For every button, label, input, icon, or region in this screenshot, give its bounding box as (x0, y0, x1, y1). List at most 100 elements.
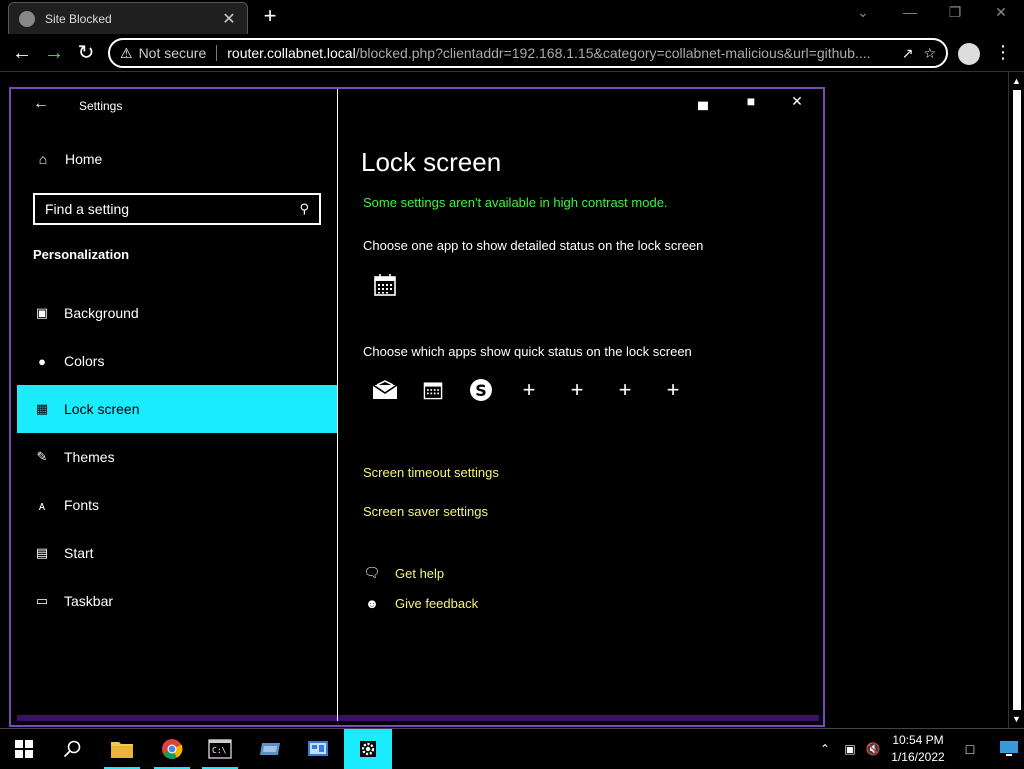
home-icon: ⌂ (38, 151, 48, 167)
search-placeholder: Find a setting (45, 201, 130, 217)
start-button[interactable] (0, 729, 48, 769)
scroll-up-icon[interactable]: ▲ (1012, 76, 1021, 86)
control-panel-icon (308, 741, 328, 756)
sidebar-item-label: Background (64, 305, 139, 321)
settings-content: ▄ ■ ✕ Lock screen Some settings aren't a… (339, 89, 819, 721)
quick-status-apps: S + + + + (371, 376, 707, 404)
settings-sidebar: ← Settings ⌂ Home Find a setting ⚲ Perso… (17, 89, 338, 721)
maximize-icon[interactable]: ■ (739, 93, 763, 117)
svg-text:S: S (475, 381, 487, 400)
chevron-down-icon[interactable]: ⌄ (848, 4, 878, 26)
control-panel-button[interactable] (294, 729, 342, 769)
address-bar[interactable]: ⚠ Not secure router.collabnet.local /blo… (108, 38, 948, 68)
quick-status-label: Choose which apps show quick status on t… (363, 344, 692, 359)
app-title: Settings (79, 99, 123, 113)
page-title: Lock screen (361, 147, 502, 177)
gear-icon (360, 741, 376, 757)
new-tab-button[interactable]: + (258, 5, 282, 27)
add-icon[interactable]: + (563, 376, 591, 404)
network-icon[interactable]: ▣ (838, 729, 862, 769)
calendar-icon[interactable] (371, 271, 399, 299)
sidebar-item-start[interactable]: ▤ Start (17, 529, 337, 577)
scroll-thumb[interactable] (1013, 90, 1021, 710)
show-desktop-icon[interactable] (998, 737, 1020, 759)
volume-muted-icon[interactable]: 🔇 (862, 729, 884, 769)
scroll-down-icon[interactable]: ▼ (1012, 714, 1021, 724)
give-feedback-label: Give feedback (395, 596, 479, 611)
picture-icon: ▣ (35, 305, 49, 320)
page-scrollbar[interactable]: ▲ ▼ (1008, 72, 1024, 728)
back-button[interactable]: ← (10, 41, 34, 65)
lock-screen-icon: ▦ (35, 401, 49, 416)
get-help-link[interactable]: 🗨 Get help (363, 565, 444, 581)
sidebar-item-label: Lock screen (64, 401, 140, 417)
sidebar-item-label: Themes (64, 449, 115, 465)
server-manager-icon (260, 743, 280, 755)
sidebar-item-background[interactable]: ▣ Background (17, 289, 337, 337)
high-contrast-note: Some settings aren't available in high c… (363, 195, 668, 210)
star-icon[interactable]: ☆ (923, 45, 936, 62)
warning-icon[interactable]: ⚠ (120, 45, 133, 62)
settings-taskbar-button[interactable] (344, 729, 392, 769)
chrome-icon (162, 739, 183, 759)
search-icon (63, 740, 81, 758)
profile-avatar[interactable] (958, 43, 980, 65)
give-feedback-link[interactable]: ☻ Give feedback (363, 596, 478, 611)
terminal-button[interactable]: C:\ (196, 729, 244, 769)
sidebar-item-taskbar[interactable]: ▭ Taskbar (17, 577, 337, 625)
close-icon[interactable]: ✕ (986, 4, 1016, 26)
chrome-button[interactable] (148, 729, 196, 769)
feedback-icon: ☻ (365, 596, 379, 611)
minimize-icon[interactable]: — (895, 4, 925, 26)
mail-icon[interactable] (371, 376, 399, 404)
browser-tab[interactable]: Site Blocked ✕ (8, 2, 248, 34)
windows-logo-icon (15, 740, 33, 758)
detailed-status-label: Choose one app to show detailed status o… (363, 238, 704, 253)
settings-window: ← Settings ⌂ Home Find a setting ⚲ Perso… (9, 87, 825, 727)
more-menu-icon[interactable]: ⋮ (994, 42, 1012, 63)
nav-list: ▣ Background ● Colors ▦ Lock screen ✎ Th… (17, 289, 337, 625)
file-explorer-button[interactable] (98, 729, 146, 769)
clock[interactable]: 10:54 PM 1/16/2022 (886, 732, 950, 766)
minimize-icon[interactable]: ▄ (691, 93, 715, 117)
add-icon[interactable]: + (659, 376, 687, 404)
screen-timeout-link[interactable]: Screen timeout settings (363, 465, 499, 480)
clock-date: 1/16/2022 (891, 750, 945, 764)
add-icon[interactable]: + (611, 376, 639, 404)
restore-icon[interactable]: ❐ (940, 4, 970, 26)
add-icon[interactable]: + (515, 376, 543, 404)
sidebar-item-lock-screen[interactable]: ▦ Lock screen (17, 385, 337, 433)
get-help-label: Get help (395, 565, 445, 581)
sidebar-item-colors[interactable]: ● Colors (17, 337, 337, 385)
close-icon[interactable]: ✕ (785, 93, 809, 117)
sidebar-item-themes[interactable]: ✎ Themes (17, 433, 337, 481)
search-icon[interactable]: ⚲ (299, 201, 309, 217)
search-button[interactable] (48, 729, 96, 769)
reload-button[interactable]: ↻ (74, 41, 98, 65)
tab-close-icon[interactable]: ✕ (221, 9, 237, 29)
server-manager-button[interactable] (246, 729, 294, 769)
back-arrow-icon[interactable]: ← (33, 95, 49, 113)
sidebar-item-fonts[interactable]: ᴀ Fonts (17, 481, 337, 529)
palette-icon: ● (38, 353, 46, 369)
security-label[interactable]: Not secure (139, 45, 207, 61)
font-icon: ᴀ (38, 497, 46, 513)
search-input[interactable]: Find a setting ⚲ (33, 193, 321, 225)
calendar-icon[interactable] (419, 376, 447, 404)
settings-body: ← Settings ⌂ Home Find a setting ⚲ Perso… (17, 89, 819, 721)
skype-icon[interactable]: S (467, 376, 495, 404)
forward-button[interactable]: → (42, 41, 66, 65)
url-path: /blocked.php?clientaddr=192.168.1.15&cat… (355, 45, 871, 61)
divider (216, 45, 218, 61)
terminal-icon: C:\ (208, 739, 232, 759)
home-link[interactable]: ⌂ Home (33, 151, 103, 167)
browser-toolbar: ← → ↻ ⚠ Not secure router.collabnet.loca… (0, 34, 1024, 72)
clock-time: 10:54 PM (892, 733, 944, 747)
notification-icon[interactable]: □ (956, 729, 984, 769)
screen-saver-link[interactable]: Screen saver settings (363, 504, 488, 519)
share-icon[interactable]: ↗ (902, 45, 914, 62)
tray-chevron-up-icon[interactable]: ⌃ (814, 729, 836, 769)
help-chat-icon: 🗨 (363, 565, 381, 580)
sidebar-item-label: Start (64, 545, 94, 561)
start-icon: ▤ (35, 545, 49, 560)
